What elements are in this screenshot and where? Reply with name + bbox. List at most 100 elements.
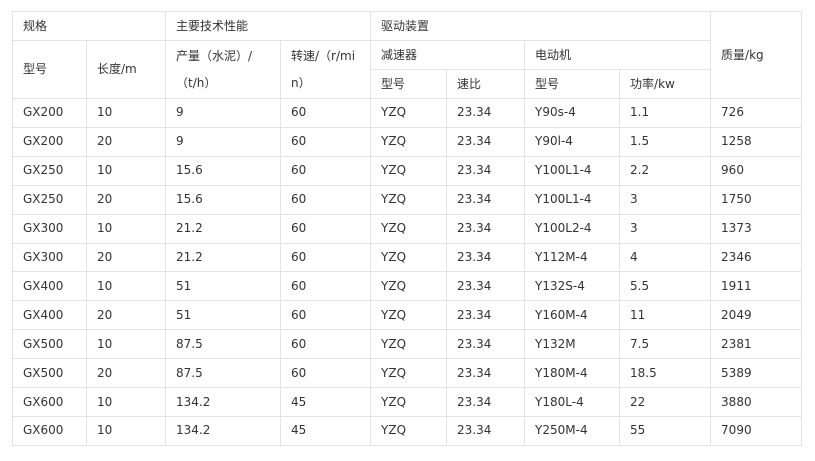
- cell-length: 10: [85, 271, 167, 302]
- cell-reducer-model: YZQ: [370, 415, 448, 447]
- cell-length: 10: [85, 98, 167, 128]
- cell-mass: 1911: [710, 271, 803, 302]
- cell-length: 20: [85, 126, 167, 157]
- cell-model: GX600: [12, 387, 87, 417]
- cell-length: 10: [85, 329, 167, 360]
- cell-model: GX200: [12, 126, 87, 157]
- cell-mass: 1258: [710, 126, 803, 157]
- cell-speed: 60: [280, 242, 372, 273]
- cell-reducer-model: YZQ: [370, 271, 448, 302]
- table-row: GX300 10 21.2 60 YZQ 23.34 Y100L2-4 3 1373: [12, 213, 803, 244]
- cell-capacity: 87.5: [165, 358, 282, 389]
- header-motor-model: 型号: [524, 69, 621, 99]
- cell-motor-power: 22: [619, 387, 712, 417]
- cell-motor-model: Y100L2-4: [524, 213, 621, 244]
- cell-reducer-model: YZQ: [370, 126, 448, 157]
- cell-reducer-model: YZQ: [370, 387, 448, 417]
- cell-mass: 2346: [710, 242, 803, 273]
- cell-capacity: 9: [165, 98, 282, 128]
- cell-length: 10: [85, 387, 167, 417]
- table-row: GX250 20 15.6 60 YZQ 23.34 Y100L1-4 3 1750: [12, 184, 803, 215]
- cell-reducer-model: YZQ: [370, 184, 448, 215]
- header-spec-group: 规格: [11, 11, 167, 41]
- cell-capacity: 51: [165, 300, 282, 331]
- cell-model: GX400: [12, 271, 87, 302]
- header-reducer-group: 减速器: [370, 40, 526, 70]
- cell-model: GX500: [12, 358, 87, 389]
- cell-reducer-ratio: 23.34: [446, 271, 526, 302]
- cell-model: GX300: [12, 242, 87, 273]
- cell-mass: 1373: [710, 213, 803, 244]
- cell-motor-power: 11: [619, 300, 712, 331]
- header-row-1: 规格 主要技术性能 驱动装置 质量/kg: [11, 11, 803, 99]
- header-speed: 转速/（r/min）: [280, 40, 372, 99]
- cell-speed: 60: [280, 98, 372, 128]
- table-row: GX400 20 51 60 YZQ 23.34 Y160M-4 11 2049: [12, 300, 803, 331]
- cell-motor-model: Y90s-4: [524, 98, 621, 128]
- cell-model: GX250: [12, 155, 87, 186]
- cell-capacity: 21.2: [165, 242, 282, 273]
- cell-motor-model: Y132S-4: [524, 271, 621, 302]
- cell-speed: 60: [280, 271, 372, 302]
- cell-model: GX600: [12, 415, 87, 447]
- cell-reducer-ratio: 23.34: [446, 300, 526, 331]
- cell-reducer-ratio: 23.34: [446, 184, 526, 215]
- cell-speed: 45: [280, 415, 372, 447]
- cell-speed: 60: [280, 184, 372, 215]
- header-capacity: 产量（水泥）/（t/h）: [165, 40, 282, 99]
- cell-speed: 60: [280, 300, 372, 331]
- cell-mass: 3880: [710, 387, 803, 417]
- header-reducer-ratio: 速比: [446, 69, 526, 99]
- table-row: GX500 20 87.5 60 YZQ 23.34 Y180M-4 18.5 5389: [12, 358, 803, 389]
- cell-mass: 5389: [710, 358, 803, 389]
- header-model: 型号: [12, 40, 87, 99]
- header-length: 长度/m: [85, 40, 167, 99]
- table-row: GX300 20 21.2 60 YZQ 23.34 Y112M-4 4 2346: [12, 242, 803, 273]
- header-reducer-model: 型号: [370, 69, 448, 99]
- header-row-2: 型号 长度/m 产量（水泥）/（t/h） 转速/（r/min） 减速器 电动机: [12, 40, 802, 99]
- cell-motor-model: Y100L1-4: [524, 155, 621, 186]
- cell-motor-model: Y180L-4: [524, 387, 621, 417]
- cell-motor-power: 5.5: [619, 271, 712, 302]
- cell-model: GX250: [12, 184, 87, 215]
- cell-reducer-ratio: 23.34: [446, 155, 526, 186]
- table-row: GX600 10 134.2 45 YZQ 23.34 Y250M-4 55 7090: [12, 415, 803, 447]
- cell-mass: 2049: [710, 300, 803, 331]
- cell-reducer-ratio: 23.34: [446, 98, 526, 128]
- cell-motor-power: 55: [619, 415, 712, 447]
- table-row: GX600 10 134.2 45 YZQ 23.34 Y180L-4 22 3880: [12, 387, 803, 417]
- cell-length: 10: [85, 213, 167, 244]
- cell-mass: 1750: [710, 184, 803, 215]
- cell-length: 20: [85, 184, 167, 215]
- table-row: GX200 20 9 60 YZQ 23.34 Y90l-4 1.5 1258: [12, 126, 803, 157]
- table-body: GX200 10 9 60 YZQ 23.34 Y90s-4 1.1 726 GX200 20 9 60…: [12, 98, 803, 447]
- cell-motor-model: Y250M-4: [524, 415, 621, 447]
- cell-capacity: 87.5: [165, 329, 282, 360]
- cell-reducer-model: YZQ: [370, 358, 448, 389]
- cell-length: 20: [85, 300, 167, 331]
- cell-reducer-ratio: 23.34: [446, 213, 526, 244]
- cell-motor-power: 3: [619, 184, 712, 215]
- cell-motor-model: Y160M-4: [524, 300, 621, 331]
- cell-reducer-ratio: 23.34: [446, 358, 526, 389]
- cell-reducer-model: YZQ: [370, 242, 448, 273]
- cell-speed: 45: [280, 387, 372, 417]
- cell-reducer-model: YZQ: [370, 155, 448, 186]
- cell-motor-model: Y132M: [524, 329, 621, 360]
- cell-reducer-ratio: 23.34: [446, 242, 526, 273]
- cell-reducer-model: YZQ: [370, 300, 448, 331]
- cell-reducer-model: YZQ: [370, 98, 448, 128]
- cell-mass: 960: [710, 155, 803, 186]
- cell-motor-model: Y112M-4: [524, 242, 621, 273]
- cell-motor-power: 4: [619, 242, 712, 273]
- cell-mass: 2381: [710, 329, 803, 360]
- cell-motor-model: Y100L1-4: [524, 184, 621, 215]
- cell-reducer-ratio: 23.34: [446, 329, 526, 360]
- cell-capacity: 134.2: [165, 387, 282, 417]
- cell-capacity: 9: [165, 126, 282, 157]
- cell-motor-model: Y180M-4: [524, 358, 621, 389]
- cell-motor-power: 7.5: [619, 329, 712, 360]
- cell-motor-power: 3: [619, 213, 712, 244]
- cell-motor-power: 2.2: [619, 155, 712, 186]
- cell-model: GX200: [12, 98, 87, 128]
